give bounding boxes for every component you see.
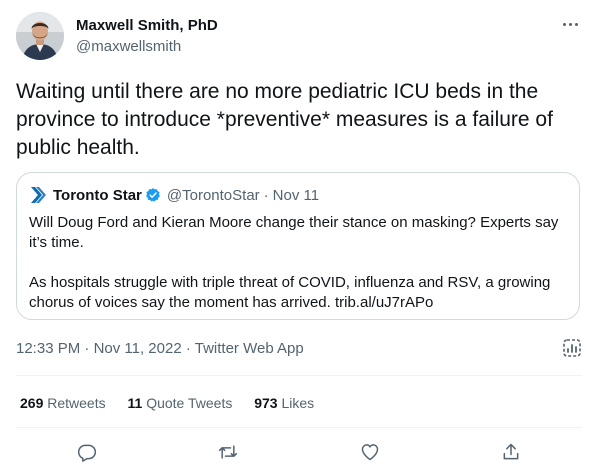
reply-button[interactable]	[69, 434, 105, 470]
tweet-time-link[interactable]: 12:33 PM · Nov 11, 2022	[16, 340, 182, 357]
quoted-author-name[interactable]: Toronto Star	[53, 187, 142, 204]
heart-icon	[361, 444, 379, 461]
quotes-count: 11	[127, 395, 143, 411]
meta-separator: ·	[80, 340, 94, 357]
tweet-time: 12:33 PM	[16, 340, 81, 357]
quotes-label: Quote Tweets	[146, 395, 233, 411]
share-icon	[503, 443, 519, 460]
quote-tweets-stat[interactable]: 11 Quote Tweets	[128, 395, 233, 411]
share-button[interactable]	[493, 434, 529, 470]
tweet-stats: 269 Retweets 11 Quote Tweets 973 Likes	[20, 395, 332, 411]
quoted-tweet-card[interactable]: Toronto Star @TorontoStar · Nov 11 Will …	[16, 172, 580, 320]
quoted-paragraph-1: Will Doug Ford and Kieran Moore change t…	[29, 214, 559, 251]
reply-icon	[77, 444, 97, 462]
retweet-button[interactable]	[210, 434, 246, 470]
tweet-metadata: 12:33 PM · Nov 11, 2022 · Twitter Web Ap…	[16, 340, 304, 357]
quoted-separator: ·	[263, 186, 269, 204]
quoted-author-handle[interactable]: @TorontoStar	[167, 187, 260, 204]
likes-label: Likes	[281, 395, 315, 411]
toronto-star-logo-icon	[31, 187, 46, 203]
meta-separator: ·	[181, 340, 195, 357]
retweets-label: Retweets	[47, 395, 106, 411]
tweet-text: Waiting until there are no more pediatri…	[16, 80, 553, 159]
retweets-stat[interactable]: 269 Retweets	[20, 395, 106, 411]
tweet-source-link[interactable]: Twitter Web App	[195, 340, 304, 357]
author-handle[interactable]: @maxwellsmith	[76, 38, 181, 55]
quoted-date[interactable]: Nov 11	[273, 187, 319, 204]
verified-badge-icon	[145, 188, 160, 202]
likes-count: 973	[254, 395, 278, 411]
quoted-tweet-body: Will Doug Ford and Kieran Moore change t…	[29, 213, 569, 313]
tweet-actions	[16, 434, 582, 470]
tweet-date: Nov 11, 2022	[93, 340, 182, 357]
divider	[16, 427, 582, 428]
divider	[16, 375, 582, 376]
avatar-photo	[16, 12, 64, 60]
more-options-icon[interactable]	[558, 14, 582, 34]
author-name[interactable]: Maxwell Smith, PhD	[76, 17, 218, 34]
retweet-icon	[218, 445, 238, 459]
likes-stat[interactable]: 973 Likes	[254, 395, 314, 411]
like-button[interactable]	[352, 434, 388, 470]
author-avatar[interactable]	[16, 12, 64, 60]
retweets-count: 269	[20, 395, 44, 411]
quoted-paragraph-2: As hospitals struggle with triple threat…	[29, 274, 551, 311]
tweet-header: Maxwell Smith, PhD @maxwellsmith	[16, 12, 582, 62]
quoted-tweet-header: Toronto Star @TorontoStar · Nov 11	[29, 185, 319, 205]
analytics-icon[interactable]	[562, 338, 582, 358]
